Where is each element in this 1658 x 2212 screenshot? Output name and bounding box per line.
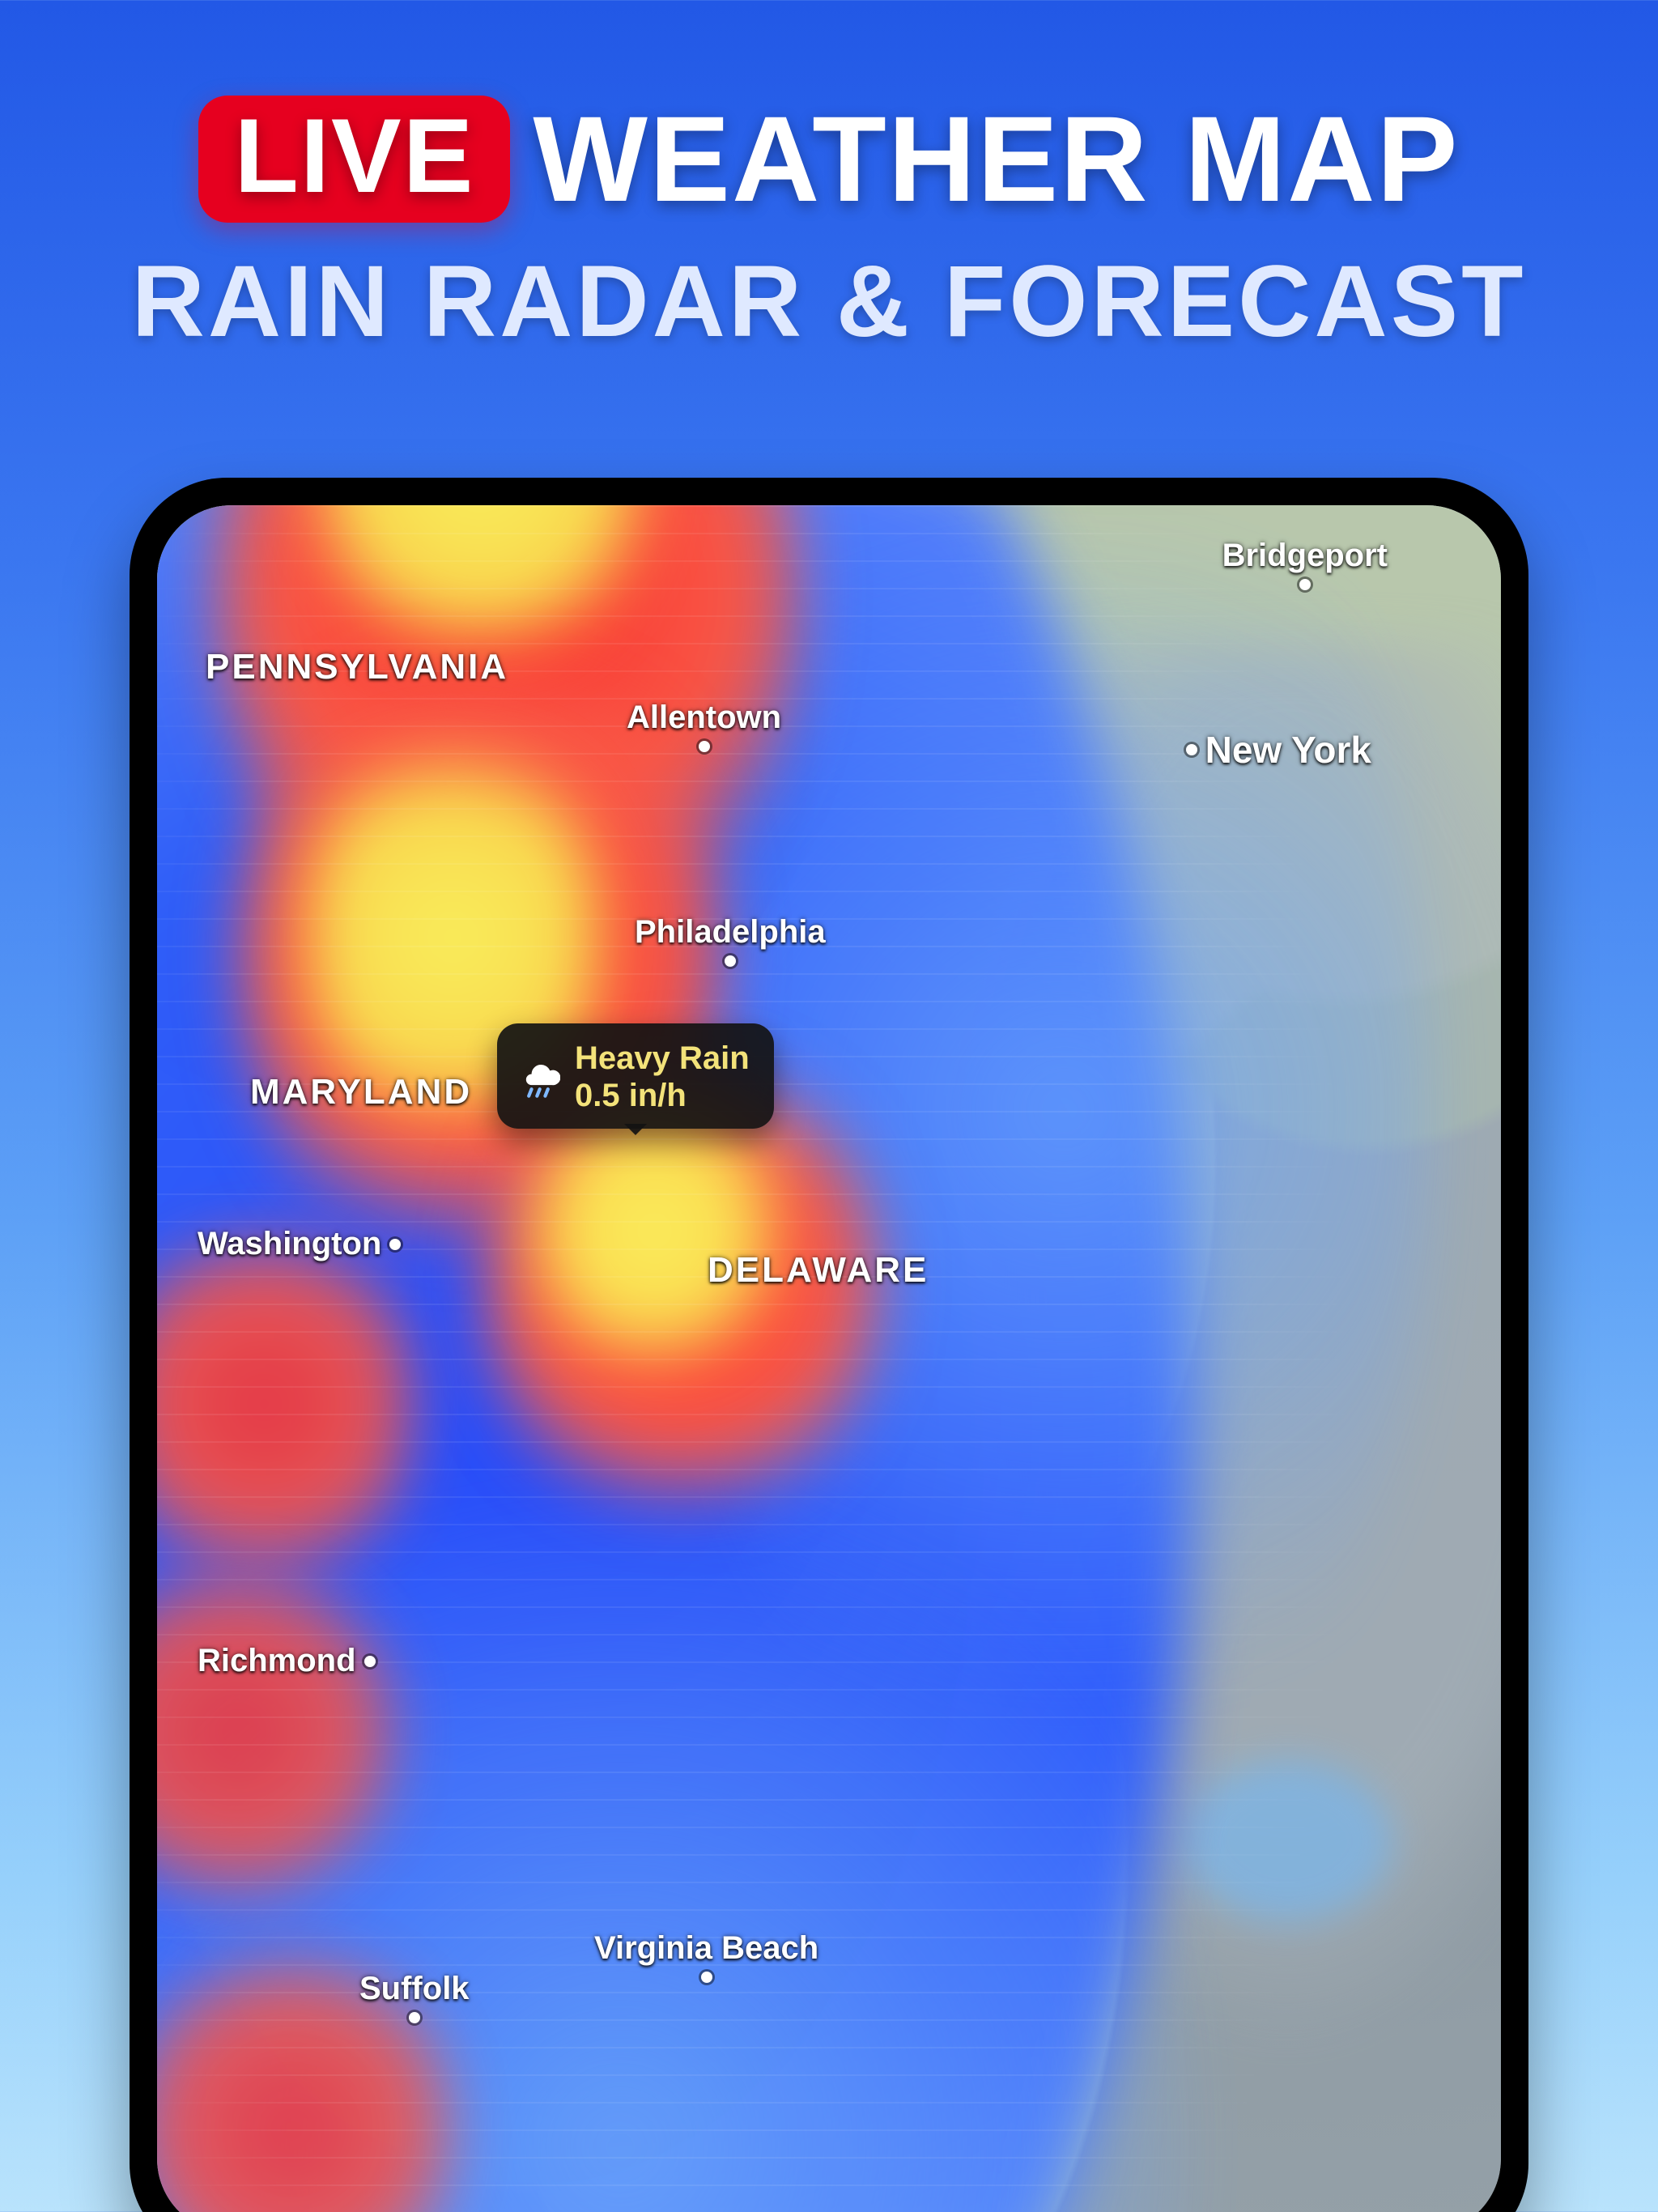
- live-badge: LIVE: [198, 96, 510, 223]
- city-dot-icon: [1299, 579, 1311, 590]
- city-name: Richmond: [198, 1643, 356, 1679]
- city-dot-icon: [725, 955, 736, 967]
- city-name: Allentown: [627, 700, 781, 736]
- city-name: Washington: [198, 1226, 381, 1262]
- state-label-delaware: DELAWARE: [708, 1250, 929, 1291]
- city-dot-icon: [389, 1239, 401, 1250]
- city-name: Suffolk: [359, 1971, 470, 2007]
- city-label-new-york: New York: [1186, 728, 1371, 772]
- city-name: Philadelphia: [635, 914, 826, 951]
- title-main: WEATHER MAP: [533, 89, 1459, 229]
- city-dot-icon: [409, 2012, 420, 2023]
- tooltip-rate: 0.5 in/h: [575, 1077, 750, 1114]
- city-dot-icon: [699, 741, 710, 752]
- heavy-rain-icon: [517, 1055, 560, 1099]
- city-label-richmond: Richmond: [198, 1643, 376, 1679]
- city-label-bridgeport: Bridgeport: [1222, 538, 1388, 590]
- city-label-allentown: Allentown: [627, 700, 781, 752]
- tooltip-title: Heavy Rain: [575, 1040, 750, 1077]
- city-dot-icon: [701, 1972, 712, 1983]
- city-label-virginia-beach: Virginia Beach: [594, 1930, 818, 1983]
- city-name: New York: [1205, 728, 1371, 772]
- city-name: Bridgeport: [1222, 538, 1388, 574]
- city-dot-icon: [364, 1656, 376, 1667]
- city-name: Virginia Beach: [594, 1930, 818, 1967]
- city-label-washington: Washington: [198, 1226, 401, 1262]
- tablet-device-frame: PENNSYLVANIA MARYLAND DELAWARE Bridgepor…: [130, 478, 1528, 2212]
- title-line-1: LIVE WEATHER MAP: [198, 89, 1459, 229]
- city-dot-icon: [1186, 744, 1197, 755]
- city-label-philadelphia: Philadelphia: [635, 914, 826, 967]
- promo-header: LIVE WEATHER MAP RAIN RADAR & FORECAST: [0, 0, 1658, 359]
- state-label-maryland: MARYLAND: [250, 1072, 472, 1112]
- precip-tooltip[interactable]: Heavy Rain 0.5 in/h: [497, 1023, 774, 1129]
- map-screen[interactable]: PENNSYLVANIA MARYLAND DELAWARE Bridgepor…: [157, 505, 1501, 2212]
- state-label-pennsylvania: PENNSYLVANIA: [206, 647, 508, 687]
- city-label-suffolk: Suffolk: [359, 1971, 470, 2023]
- tooltip-text: Heavy Rain 0.5 in/h: [575, 1040, 750, 1114]
- title-sub: RAIN RADAR & FORECAST: [0, 244, 1658, 359]
